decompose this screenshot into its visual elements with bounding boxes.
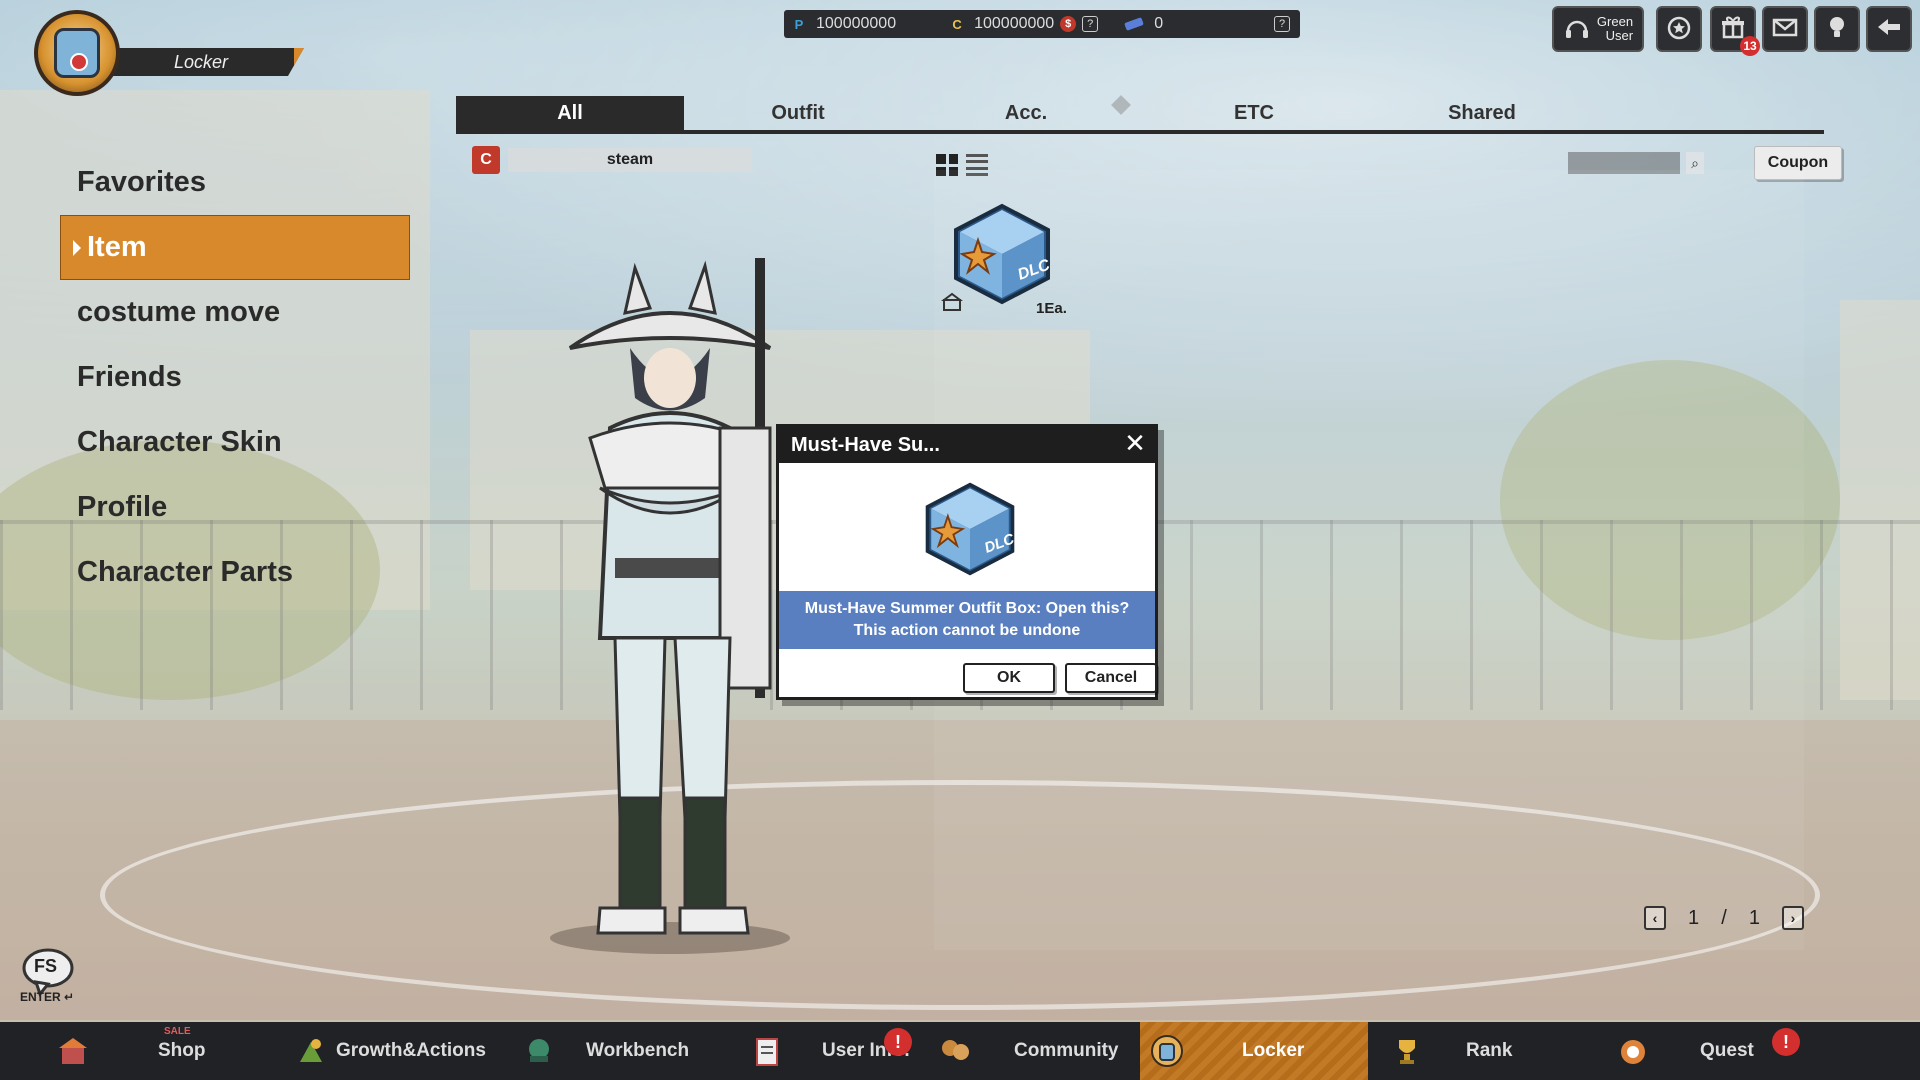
cancel-button[interactable]: Cancel: [1065, 663, 1157, 693]
gift-count-badge: 13: [1740, 36, 1760, 56]
tips-button[interactable]: [1814, 6, 1860, 52]
bottom-nav: SALE Shop Growth&Actions Workbench User …: [0, 1022, 1920, 1080]
sidebar-item-profile[interactable]: Profile: [60, 475, 410, 540]
back-button[interactable]: [1866, 6, 1912, 52]
nav-community[interactable]: Community: [912, 1022, 1140, 1080]
item-quantity: 1Ea.: [1036, 300, 1067, 317]
p-point-value: 100000000: [816, 15, 897, 32]
page-title-text: Locker: [174, 51, 229, 72]
user-line1: Green: [1596, 14, 1634, 29]
dlc-box-icon[interactable]: DLC: [950, 202, 1054, 306]
nav-workbench[interactable]: Workbench: [456, 1022, 690, 1080]
user-label: Green User: [1597, 15, 1633, 43]
back-arrow-icon: [1875, 13, 1903, 46]
platform-filter-icon[interactable]: C: [472, 146, 500, 174]
pagination: ‹ 1 / 1 ›: [1644, 904, 1804, 932]
dlc-box-icon: DLC: [922, 481, 1018, 577]
gift-button[interactable]: 13: [1710, 6, 1760, 56]
tab-shared[interactable]: Shared: [1368, 96, 1596, 130]
dialog-title-bar: Must-Have Su... ✕: [779, 427, 1155, 463]
sidebar-item-costume-move[interactable]: costume move: [60, 280, 410, 345]
sidebar-item-friends[interactable]: Friends: [60, 345, 410, 410]
c-coin-icon: C: [952, 16, 962, 32]
nav-quest[interactable]: Quest !: [1596, 1022, 1824, 1080]
headset-icon: [1563, 14, 1591, 45]
dollar-icon: $: [1060, 16, 1077, 32]
medal-star-icon: [1665, 13, 1693, 46]
next-page-button[interactable]: ›: [1782, 906, 1804, 930]
dialog-title: Must-Have Su...: [791, 433, 940, 456]
nav-shop[interactable]: SALE Shop: [0, 1022, 228, 1080]
nav-label: Rank: [1466, 1040, 1513, 1061]
dialog-message-line1: Must-Have Summer Outfit Box: Open this?: [804, 600, 1130, 617]
category-tabs: All Outfit Acc. ETC Shared: [456, 96, 1824, 134]
ticket-icon: [1124, 17, 1144, 31]
tab-outfit[interactable]: Outfit: [684, 96, 912, 130]
nav-label: Growth&Actions: [336, 1040, 486, 1061]
sidebar-item-favorites[interactable]: Favorites: [60, 150, 410, 215]
open-box-icon: [940, 290, 964, 314]
nav-growth-actions[interactable]: Growth&Actions: [228, 1022, 486, 1080]
dialog-message: Must-Have Summer Outfit Box: Open this? …: [779, 591, 1155, 649]
open-box-dialog: Must-Have Su... ✕ DLC Must-Have Summer O…: [776, 424, 1158, 700]
ok-button[interactable]: OK: [963, 663, 1055, 693]
background-building: [1840, 300, 1920, 700]
nav-label: User Info.: [822, 1040, 910, 1061]
nav-label: Locker: [1242, 1040, 1305, 1061]
mail-button[interactable]: [1762, 6, 1808, 52]
nav-rank[interactable]: Rank: [1368, 1022, 1596, 1080]
total-pages: 1: [1748, 906, 1760, 929]
nav-user-info[interactable]: User Info. !: [684, 1022, 912, 1080]
quest-alert-badge: !: [1772, 1028, 1800, 1056]
nav-label: Community: [1014, 1040, 1119, 1061]
current-page: 1: [1688, 906, 1700, 929]
nav-label: Workbench: [586, 1040, 690, 1061]
currency-help-button[interactable]: ?: [1082, 16, 1099, 32]
p-point-icon: P: [794, 16, 804, 32]
ticket-value: 0: [1154, 15, 1164, 32]
nav-locker[interactable]: Locker: [1140, 1022, 1368, 1080]
c-coin-value: 100000000: [974, 15, 1055, 32]
chat-enter-hint: ENTER ↵: [20, 990, 75, 1004]
tab-all[interactable]: All: [456, 96, 684, 130]
lightbulb-icon: [1823, 13, 1851, 46]
sidebar-item-label: Item: [87, 231, 147, 263]
sidebar-item-character-parts[interactable]: Character Parts: [60, 540, 410, 605]
user-info-alert-badge: !: [884, 1028, 912, 1056]
ticket-help-button[interactable]: ?: [1274, 16, 1290, 32]
sidebar: Favorites Item costume move Friends Char…: [60, 150, 410, 605]
dialog-message-line2: This action cannot be undone: [853, 622, 1081, 639]
page-title: Locker: [104, 48, 304, 76]
user-line2: User: [1605, 28, 1634, 43]
prev-page-button[interactable]: ‹: [1644, 906, 1666, 930]
platform-filter-field[interactable]: steam: [508, 148, 752, 172]
chat-icon-label: FS: [34, 956, 58, 976]
currency-bar: P 100000000 C 100000000 $ ? 0 ?: [784, 10, 1300, 38]
page-separator: /: [1721, 906, 1727, 929]
sale-badge: SALE: [164, 1026, 191, 1037]
nav-label: Shop: [158, 1040, 206, 1061]
tab-etc[interactable]: ETC: [1140, 96, 1368, 130]
character-model: [520, 258, 820, 958]
user-profile-button[interactable]: Green User: [1552, 6, 1644, 52]
tab-accessories[interactable]: Acc.: [912, 96, 1140, 130]
achievements-button[interactable]: [1656, 6, 1702, 52]
sidebar-item-character-skin[interactable]: Character Skin: [60, 410, 410, 475]
mail-icon: [1771, 13, 1799, 46]
locker-bag-icon: [34, 10, 120, 96]
close-icon[interactable]: ✕: [1123, 430, 1147, 456]
sidebar-item-item[interactable]: Item: [60, 215, 410, 280]
